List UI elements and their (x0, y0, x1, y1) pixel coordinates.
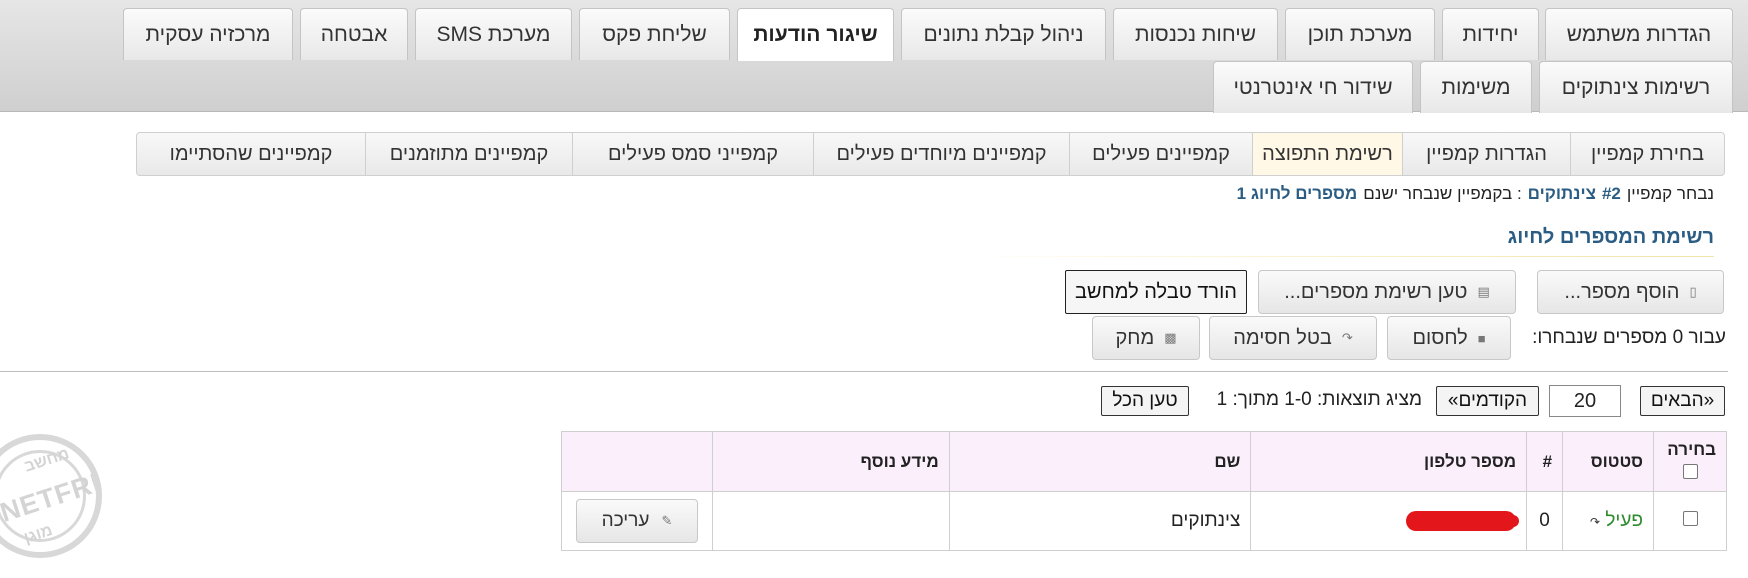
unlock-icon: ↷ (1341, 330, 1353, 345)
delete-label: מחק (1115, 326, 1155, 349)
campaign-id: #2 (1601, 184, 1621, 203)
load-all-button[interactable]: טען הכל (1101, 386, 1189, 416)
add-number-button[interactable]: ▯ הוסף מספר... (1537, 270, 1724, 314)
tab-message-dispatch[interactable]: שיגור הודעות (737, 8, 894, 61)
edit-label: עריכה (601, 510, 650, 531)
row-checkbox[interactable] (1682, 511, 1698, 526)
download-table-button[interactable]: הורד טבלה למחשב (1065, 270, 1247, 314)
load-list-label: טען רשימת מספרים... (1284, 280, 1468, 303)
row-status-cell: פעיל ↷ (1562, 491, 1655, 551)
info-prefix: נבחר קמפיין (1626, 184, 1714, 203)
status-text: פעיל (1605, 510, 1644, 531)
col-actions (560, 431, 714, 492)
lock-icon: ■ (1477, 330, 1486, 346)
tab-data-receiving[interactable]: ניהול קבלת נתונים (901, 8, 1106, 60)
netfree-seal: מחשב NETFREE מוגן (0, 434, 102, 558)
campaign-name: צינתוקים (1527, 184, 1596, 203)
subtab-select-campaign[interactable]: בחירת קמפיין (1570, 133, 1724, 175)
table-row: פעיל ↷ 0 צינתוקים ✎ עריכה (560, 491, 1727, 551)
add-number-label: הוסף מספר... (1564, 280, 1680, 303)
row-phone (1250, 491, 1528, 551)
info-middle: : בקמפיין שנבחר ישנם (1363, 184, 1522, 203)
subtab-sms-active-campaigns[interactable]: קמפייני סמס פעילים (572, 133, 813, 175)
row-extra (712, 491, 950, 551)
tab-tasks[interactable]: משימות (1420, 61, 1532, 113)
tab-sms-system[interactable]: מערכת SMS (415, 8, 572, 60)
block-button[interactable]: ■ לחסום (1387, 316, 1511, 360)
unblock-button[interactable]: ↷ בטל חסימה (1209, 316, 1377, 360)
row-select-cell (1653, 491, 1727, 551)
col-select: בחירה (1653, 431, 1727, 492)
row-name: צינתוקים (948, 491, 1252, 551)
subtab-campaign-settings[interactable]: הגדרות קמפיין (1402, 133, 1570, 175)
delete-button[interactable]: ▩ מחק (1092, 316, 1200, 360)
prev-page-button[interactable]: הקודמים» (1436, 386, 1539, 416)
tab-content-system[interactable]: מערכת תוכן (1285, 8, 1435, 60)
unblock-label: בטל חסימה (1233, 326, 1332, 349)
col-index: # (1526, 431, 1564, 492)
file-add-icon: ▯ (1689, 284, 1697, 299)
subtab-scheduled-campaigns[interactable]: קמפיינים מתוזמנים (365, 133, 572, 175)
campaign-subtabs: בחירת קמפיין הגדרות קמפיין רשימת התפוצה … (136, 132, 1725, 176)
section-divider (969, 256, 1714, 257)
tab-business-pbx[interactable]: מרכזיה עסקית (123, 8, 293, 60)
tab-fax-sending[interactable]: שליחת פקס (579, 8, 730, 60)
tab-units[interactable]: יחידות (1442, 8, 1539, 60)
toolbar-divider (0, 371, 1728, 372)
table-header-row: בחירה סטטוס # מספר טלפון שם מידע נוסף (560, 431, 1727, 492)
numbers-table: בחירה סטטוס # מספר טלפון שם מידע נוסף פע… (560, 431, 1727, 551)
col-status: סטטוס (1562, 431, 1655, 492)
tab-ping-lists[interactable]: רשימות צינתוקים (1539, 61, 1733, 113)
tab-user-settings-real[interactable]: הגדרות משתמש (1545, 8, 1733, 60)
pencil-icon: ✎ (661, 513, 673, 528)
selected-count-label: עבור 0 מספרים שנבחרו: (1532, 327, 1726, 348)
upload-icon: ▤ (1477, 284, 1490, 299)
col-phone: מספר טלפון (1250, 431, 1528, 492)
section-title: רשימת המספרים לחיוג (1507, 226, 1714, 248)
col-name: שם (948, 431, 1252, 492)
subtab-special-active-campaigns[interactable]: קמפיינים מיוחדים פעילים (813, 133, 1069, 175)
redacted-phone (1406, 510, 1520, 531)
subtab-finished-campaigns[interactable]: קמפיינים שהסתיימו (137, 133, 365, 175)
load-list-button[interactable]: ▤ טען רשימת מספרים... (1258, 270, 1516, 314)
unlock-status-icon: ↷ (1590, 515, 1601, 529)
campaign-info: נבחר קמפיין #2 צינתוקים : בקמפיין שנבחר … (1237, 184, 1714, 204)
select-all-checkbox[interactable] (1682, 463, 1698, 479)
block-label: לחסום (1412, 326, 1468, 349)
page-size-input[interactable] (1549, 385, 1621, 417)
subtab-active-campaigns[interactable]: קמפיינים פעילים (1069, 133, 1252, 175)
col-select-label: בחירה (1667, 439, 1716, 459)
subtab-distribution-list[interactable]: רשימת התפוצה (1252, 133, 1402, 175)
tab-incoming-calls[interactable]: שיחות נכנסות (1113, 8, 1278, 60)
trash-icon: ▩ (1164, 330, 1177, 345)
row-index: 0 (1526, 491, 1564, 551)
results-summary: מציג תוצאות: 1-0 מתוך: 1 (1216, 389, 1422, 410)
tab-live-broadcast[interactable]: שידור חי אינטרנטי (1213, 61, 1413, 113)
row-actions: ✎ עריכה (560, 491, 714, 551)
next-page-button[interactable]: «הבאים (1640, 386, 1725, 416)
numbers-count: מספרים לחיוג 1 (1236, 184, 1358, 203)
edit-button[interactable]: ✎ עריכה (576, 499, 699, 543)
col-extra: מידע נוסף (712, 431, 950, 492)
tab-security[interactable]: אבטחה (300, 8, 408, 60)
